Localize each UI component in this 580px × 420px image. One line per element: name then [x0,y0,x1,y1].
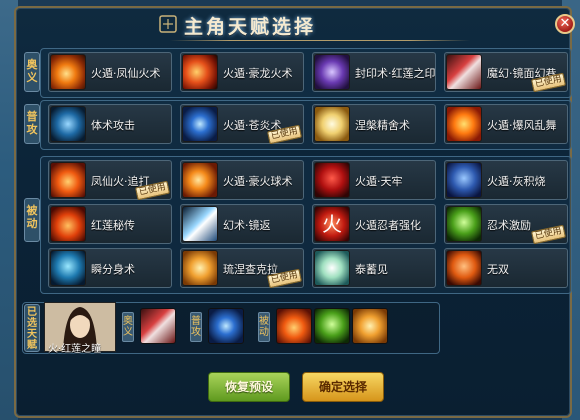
fire-storm-icon [446,106,482,142]
talent-card[interactable]: 体术攻击 [48,104,172,144]
selected-label: 已选天赋 [24,304,40,352]
talent-name: 瞬分身术 [91,263,135,276]
talent-card[interactable]: 火遁·豪火球术 [180,160,304,200]
talent-card[interactable]: 瞬分身术 [48,248,172,288]
talent-name: 火遁·灰积烧 [487,175,546,188]
white-flame-icon [314,106,350,142]
title-bar: 主角天赋选择 [150,8,470,42]
talent-card[interactable]: 魔幻·镜面幻巷 已使用 [444,52,568,93]
clone-icon [50,250,86,286]
talent-card[interactable]: 火遁·爆风乱舞 [444,104,568,144]
talent-name: 火遁·豪龙火术 [223,67,293,80]
talent-card[interactable]: 火遁·苍炎术 已使用 [180,104,304,145]
talent-card[interactable]: 琉涅查克拉 已使用 [180,248,304,289]
talent-name: 体术攻击 [91,119,135,132]
fist-icon [50,106,86,142]
talent-card[interactable]: 火遁·天牢 [312,160,436,200]
title-divider [170,40,470,41]
reset-button[interactable]: 恢复预设 [208,372,290,402]
talent-name: 无双 [487,263,509,276]
talent-name: 红莲秘传 [91,219,135,232]
window-title: 主角天赋选择 [184,16,317,38]
crystal-icon [446,54,482,90]
close-button[interactable]: ✕ [555,14,575,34]
mini-label-aoyi: 奥义 [122,312,134,342]
talent-name: 火遁忍者强化 [355,219,421,232]
talent-card[interactable]: 泰蓄见 [312,248,436,288]
section-label-beidong: 被动 [24,198,40,242]
talent-card[interactable]: 火 火遁忍者强化 [312,204,436,244]
selected-chakra-fist-icon[interactable] [352,308,388,344]
section-label-gongji: 普攻 [24,104,40,144]
selected-green-figure-icon[interactable] [314,308,350,344]
talent-name: 涅槃精舍术 [355,119,410,132]
orb-icon [314,250,350,286]
talent-name: 火遁·天牢 [355,175,403,188]
fireball-big-icon [182,162,218,198]
red-figure-icon [314,162,350,198]
talent-name: 幻术·镜返 [223,219,271,232]
selected-triple-fire-icon[interactable] [276,308,312,344]
mini-label-gongji: 普攻 [190,312,202,342]
section-label-aoyi: 奥义 [24,52,40,92]
blue-figure-icon [446,162,482,198]
orange-figure-icon [446,250,482,286]
mini-label-beidong: 被动 [258,312,270,342]
talent-name: 封印术·红莲之印 [355,67,436,80]
fireball-icon [50,54,86,90]
blue-flame-icon [182,106,218,142]
talent-name: 忍术激励 [487,219,531,232]
talent-name: 泰蓄见 [355,263,388,276]
talent-card[interactable]: 涅槃精舍术 [312,104,436,144]
selected-crystal-icon[interactable] [140,308,176,344]
talent-card[interactable]: 火遁·灰积烧 [444,160,568,200]
mirror-icon [182,206,218,242]
talent-name: 火遁·凤仙火术 [91,67,161,80]
talent-card[interactable]: 幻术·镜返 [180,204,304,244]
character-name: 火·红莲之瞳 [48,344,102,355]
fire-dragon-icon [182,54,218,90]
talent-card[interactable]: 封印术·红莲之印 [312,52,436,92]
selected-blue-flame-icon[interactable] [208,308,244,344]
talent-card[interactable]: 无双 [444,248,568,288]
green-figure-icon [446,206,482,242]
talent-name: 火遁·爆风乱舞 [487,119,557,132]
seal-icon [314,54,350,90]
lotus-fire-icon [50,206,86,242]
chakra-fist-icon [182,250,218,286]
talent-card[interactable]: 凤仙火·追打 已使用 [48,160,172,201]
triple-fire-icon [50,162,86,198]
talent-card[interactable]: 火遁·凤仙火术 [48,52,172,92]
confirm-button[interactable]: 确定选择 [302,372,384,402]
fire-kanji-icon: 火 [314,206,350,242]
used-badge: 已使用 [530,224,566,245]
scroll-icon [158,14,178,34]
talent-name: 火遁·豪火球术 [223,175,293,188]
talent-card[interactable]: 火遁·豪龙火术 [180,52,304,92]
talent-card[interactable]: 红莲秘传 [48,204,172,244]
talent-card[interactable]: 忍术激励 已使用 [444,204,568,245]
